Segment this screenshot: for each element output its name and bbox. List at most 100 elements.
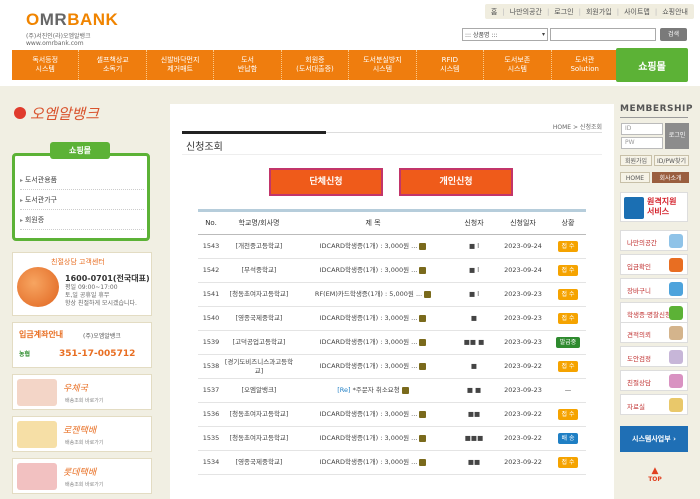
lock-icon — [419, 314, 427, 322]
row-subject[interactable]: IDCARD학생증(1개) : 3,000원 ... — [294, 306, 452, 331]
menu-rfid[interactable]: RFID 시스템 — [417, 50, 485, 80]
row-school: [오엠알뱅크] — [224, 378, 294, 403]
menu-anti-theft[interactable]: 도서분실방지 시스템 — [349, 50, 417, 80]
row-status: 배 송 — [550, 426, 586, 451]
menu-reading-system[interactable]: 독서등정 시스템 — [12, 50, 80, 80]
col-date: 신청일자 — [496, 210, 550, 235]
monitor-icon — [624, 197, 644, 219]
home-button[interactable]: HOME — [620, 172, 650, 183]
menu-book-return[interactable]: 도서 반납함 — [214, 50, 282, 80]
row-no: 1538 — [198, 354, 224, 379]
up-arrow-icon: ▲ — [651, 466, 659, 476]
lock-icon — [419, 410, 427, 418]
table-row[interactable]: 1542 [무석중학교] IDCARD학생증(1개) : 3,000원 ... ■ l… — [198, 258, 586, 283]
row-subject[interactable]: RF(EM)카드학생증(1개) : 5,000원 ... — [294, 282, 452, 307]
title-bottom-divider — [182, 154, 602, 155]
row-status: 접 수 — [550, 354, 586, 379]
row-subject[interactable]: IDCARD학생증(1개) : 3,000원 ... — [294, 354, 452, 379]
lotte-icon — [17, 463, 57, 490]
personal-apply-button[interactable]: 개인신청 — [399, 168, 513, 196]
row-date: 2023-09-22 — [496, 450, 550, 475]
quick-estimate[interactable]: 견적의뢰 — [620, 322, 688, 343]
logo-subtitle: (주)서진인(라)오엠알뱅크 — [26, 33, 91, 40]
find-idpw-button[interactable]: ID/PW찾기 — [654, 155, 689, 166]
id-input[interactable]: ID — [621, 123, 663, 135]
table-row[interactable]: 1540 [영종국제중학교] IDCARD학생증(1개) : 3,000원 ... ■… — [198, 306, 586, 331]
search-button[interactable]: 검색 — [660, 28, 687, 41]
row-subject[interactable]: IDCARD학생증(1개) : 3,000원 ... — [294, 258, 452, 283]
row-subject[interactable]: IDCARD학생증(1개) : 3,000원 ... — [294, 234, 452, 259]
menu-desk-sterilizer[interactable]: 셀프책상교 소독기 — [79, 50, 147, 80]
table-row[interactable]: 1538 [경기도비즈니스과고등학교] IDCARD학생증(1개) : 3,000원… — [198, 354, 586, 379]
group-apply-button[interactable]: 단체신청 — [269, 168, 383, 196]
join-button[interactable]: 회원가입 — [620, 155, 652, 166]
quick-card-apply[interactable]: 학생증·명찰신청 — [620, 302, 688, 323]
company-button[interactable]: 회사소개 — [652, 172, 689, 183]
row-date: 2023-09-22 — [496, 402, 550, 427]
quick-consult[interactable]: 친절상담 — [620, 370, 688, 391]
courier-post[interactable]: 우체국 배송조회 바로가기 — [12, 374, 152, 410]
table-row[interactable]: 1539 [고덕공업고등학교] IDCARD학생증(1개) : 3,000원 ...… — [198, 330, 586, 355]
logo[interactable]: OMRBANK (주)서진인(라)오엠알뱅크 www.omrbank.com — [26, 10, 156, 47]
courier-name: 로젠택배 — [63, 426, 97, 436]
menu-preservation[interactable]: 도서보존 시스템 — [484, 50, 552, 80]
shop-item-library-furniture[interactable]: 도서관가구 — [20, 190, 144, 210]
row-subject[interactable]: IDCARD학생증(1개) : 3,000원 ... — [294, 450, 452, 475]
top-link-join[interactable]: 회원가입 — [586, 7, 612, 17]
row-applicant: ■ l — [452, 282, 496, 307]
table-row[interactable]: 1541 [청동초여자고등학교] RF(EM)카드학생증(1개) : 5,000원 … — [198, 282, 586, 307]
title-divider-strong — [182, 131, 326, 134]
row-date: 2023-09-24 — [496, 258, 550, 283]
row-subject-text: IDCARD학생증(1개) : 3,000원 ... — [319, 314, 418, 322]
bank-title: 입금계좌안내 — [19, 330, 64, 339]
row-applicant: ■■ — [452, 402, 496, 427]
quick-deposit[interactable]: 입금확인 — [620, 254, 688, 275]
row-no: 1537 — [198, 378, 224, 403]
row-subject[interactable]: IDCARD학생증(1개) : 3,000원 ... — [294, 426, 452, 451]
quick-archive[interactable]: 자료실 — [620, 394, 688, 415]
row-status: 접 수 — [550, 402, 586, 427]
shop-item-library-supplies[interactable]: 도서관용품 — [20, 170, 144, 190]
shop-item-member-card[interactable]: 회원증 — [20, 210, 144, 230]
menu-member-card[interactable]: 회원증 (도서대출증) — [282, 50, 350, 80]
courier-lotte[interactable]: 롯데택배 배송조회 바로가기 — [12, 458, 152, 494]
lock-icon — [419, 362, 427, 370]
table-row[interactable]: 1535 [청동초여자고등학교] IDCARD학생증(1개) : 3,000원 ..… — [198, 426, 586, 451]
top-link-sitemap[interactable]: 사이트맵 — [624, 7, 650, 17]
table-row[interactable]: 1537 [오엠알뱅크] [Re] *주문자 취소요청 ■ ■ 2023-09-23— — [198, 378, 586, 403]
remote-support[interactable]: 원격지원 서비스 — [620, 192, 688, 222]
category-select[interactable]: ::: 상품명 ::: ▾ — [462, 28, 548, 41]
table-row[interactable]: 1534 [영종국제중학교] IDCARD학생증(1개) : 3,000원 ... ■… — [198, 450, 586, 475]
col-subject: 제 목 — [294, 210, 452, 235]
row-status: 접 수 — [550, 450, 586, 475]
row-subject[interactable]: [Re] *주문자 취소요청 — [294, 378, 452, 403]
top-link-myspace[interactable]: 나만의공간 — [510, 7, 542, 17]
quick-cart[interactable]: 장바구니 — [620, 278, 688, 299]
top-link-home[interactable]: 홈 — [491, 7, 497, 17]
top-button[interactable]: ▲ TOP — [645, 466, 665, 484]
top-link-shopguide[interactable]: 쇼핑안내 — [662, 7, 688, 17]
courier-logen[interactable]: 로젠택배 배송조회 바로가기 — [12, 416, 152, 452]
quick-myspace[interactable]: 나만의공간 — [620, 230, 688, 251]
status-badge: 발급중 — [555, 337, 581, 348]
shop-tab[interactable]: 쇼핑몰 — [616, 48, 688, 82]
customer-center[interactable]: 친절상담 고객센터 1600-0701(전국대표) 평일 09:00~17:00… — [12, 252, 152, 316]
logo-o: O — [26, 10, 40, 29]
row-status: — — [550, 378, 586, 403]
row-subject[interactable]: IDCARD학생증(1개) : 3,000원 ... — [294, 330, 452, 355]
table-row[interactable]: 1543 [개천중고등학교] IDCARD학생증(1개) : 3,000원 ... ■… — [198, 234, 586, 259]
menu-dust-mat[interactable]: 신발바닥먼지 제거매트 — [147, 50, 215, 80]
row-school: [영종국제중학교] — [224, 450, 294, 475]
search-input[interactable] — [550, 28, 656, 41]
logo-url: www.omrbank.com — [26, 40, 84, 47]
menu-library-solution[interactable]: 도서관 Solution — [552, 50, 618, 80]
system-division-button[interactable]: 시스템사업부 › — [620, 426, 688, 452]
quick-design-check[interactable]: 도안검정 — [620, 346, 688, 367]
top-link-login[interactable]: 로그인 — [554, 7, 573, 17]
pw-input[interactable]: PW — [621, 137, 663, 149]
row-date: 2023-09-23 — [496, 378, 550, 403]
row-subject-text: IDCARD학생증(1개) : 3,000원 ... — [319, 410, 418, 418]
row-subject[interactable]: IDCARD학생증(1개) : 3,000원 ... — [294, 402, 452, 427]
login-button[interactable]: 로그인 — [665, 123, 689, 149]
table-row[interactable]: 1536 [청동초여자고등학교] IDCARD학생증(1개) : 3,000원 ..… — [198, 402, 586, 427]
